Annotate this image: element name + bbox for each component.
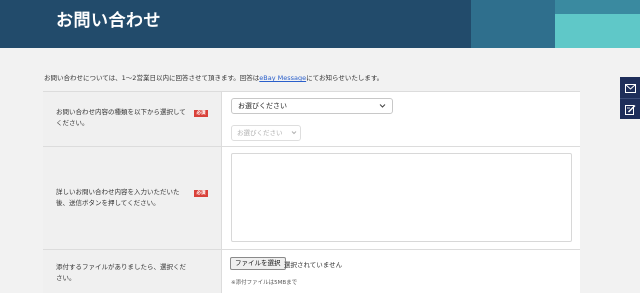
attachment-label: 添付するファイルがありましたら、選択ください。 [56,263,186,282]
details-textarea[interactable] [231,153,572,242]
side-tab-mail[interactable] [620,77,640,98]
file-size-note: ※添付ファイルは5MBまで [231,280,298,286]
inquiry-type-label: お問い合わせ内容の種類を以下から選択してください。 [56,108,186,127]
label-cell: お問い合わせ内容の種類を以下から選択してください。 必須 [43,92,222,146]
input-cell: お選びください お選びください [222,92,580,146]
ebay-message-link[interactable]: eBay Message [259,74,306,82]
header-decor-block-mid [471,0,555,48]
form-row-details: 詳しいお問い合わせ内容を入力いただいた後、送信ボタンを押してください。 必須 [43,147,580,250]
inquiry-subcategory-select[interactable]: お選びください [231,125,301,141]
required-badge: 必須 [194,190,208,197]
page-header: お問い合わせ [0,0,640,48]
label-cell: 添付するファイルがありましたら、選択ください。 [43,250,222,293]
intro-text-before: お問い合わせについては、1〜2営業日以内に回答させて頂きます。回答は [44,74,260,82]
select-value: お選びください [238,102,287,110]
header-decor-block-teal [555,14,640,48]
inquiry-category-select[interactable]: お選びください [231,98,393,114]
input-cell [222,147,580,249]
page-title: お問い合わせ [56,11,161,31]
chevron-down-icon [291,126,297,146]
form-row-inquiry-type: お問い合わせ内容の種類を以下から選択してください。 必須 お選びください お選び… [43,92,580,147]
select-placeholder: お選びください [237,129,283,137]
intro-text-after: にてお知らせいたします。 [306,74,384,82]
details-label: 詳しいお問い合わせ内容を入力いただいた後、送信ボタンを押してください。 [56,188,180,207]
header-decor-block-top [555,0,640,14]
side-tab-form[interactable] [620,98,640,119]
mail-icon [624,78,636,97]
input-cell: ファイルを選択 選択されていません ※添付ファイルは5MBまで [222,250,580,293]
required-badge: 必須 [194,110,208,117]
label-cell: 詳しいお問い合わせ内容を入力いただいた後、送信ボタンを押してください。 必須 [43,147,222,249]
file-status-text: 選択されていません [284,261,343,269]
edit-form-icon [624,100,636,119]
contact-form: お問い合わせ内容の種類を以下から選択してください。 必須 お選びください お選び… [43,91,580,293]
choose-file-button[interactable]: ファイルを選択 [230,257,286,270]
chevron-down-icon [379,99,386,118]
form-row-attachment: 添付するファイルがありましたら、選択ください。 ファイルを選択 選択されていませ… [43,250,580,293]
intro-text: お問い合わせについては、1〜2営業日以内に回答させて頂きます。回答はeBay M… [44,72,383,82]
